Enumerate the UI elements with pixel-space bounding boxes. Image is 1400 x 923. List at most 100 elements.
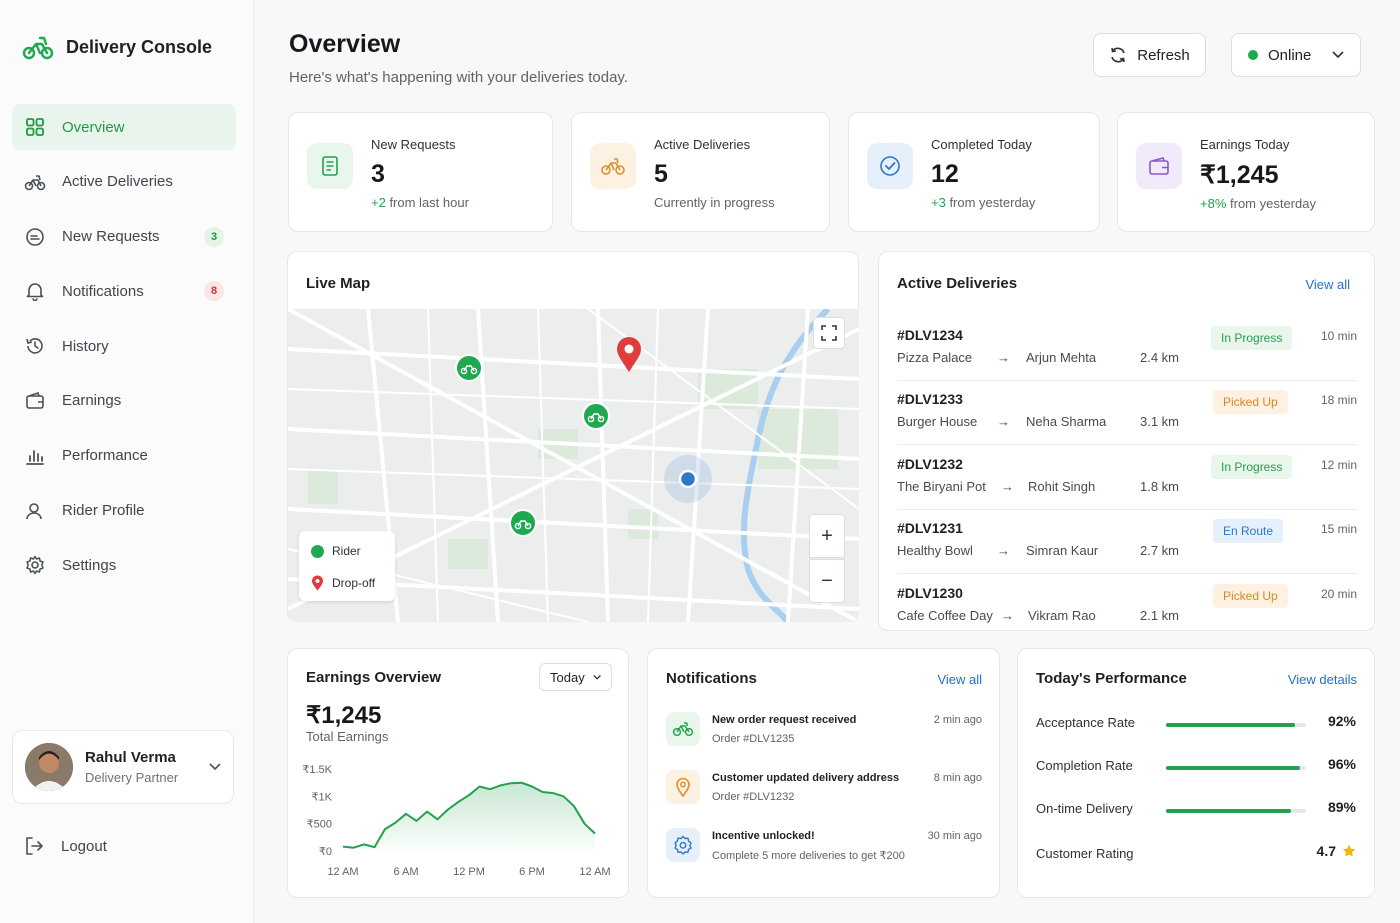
grid-icon	[24, 116, 46, 138]
delivery-id: #DLV1234	[897, 327, 963, 343]
notification-item[interactable]: New order request received Order #DLV123…	[666, 712, 982, 762]
stat-label: Earnings Today	[1200, 137, 1290, 152]
x-tick-label: 12 AM	[327, 866, 358, 878]
range-label: Today	[550, 669, 585, 685]
delivery-distance: 2.1 km	[1140, 607, 1180, 623]
sidebar-item-label: Earnings	[62, 392, 122, 410]
status-badge: En Route	[1213, 519, 1284, 544]
stat-label: New Requests	[371, 137, 456, 152]
restaurant-name: The Biryani Pot	[897, 478, 986, 494]
delivery-row[interactable]: #DLV1233 Burger House → Neha Sharma 3.1 km Pi…	[897, 381, 1357, 446]
status-badge: In Progress	[1211, 454, 1293, 479]
stat-note: Currently in progress	[654, 195, 775, 210]
new-requests-badge: 3	[204, 226, 224, 247]
delivery-eta: 10 min	[1320, 329, 1357, 343]
view-details-link[interactable]: View details	[1288, 672, 1357, 687]
metric-value: 92%	[1327, 713, 1356, 729]
earnings-total-label: Total Earnings	[306, 729, 389, 744]
legend-rider: Rider	[311, 544, 361, 558]
delivery-id: #DLV1230	[897, 584, 963, 601]
stat-value: 3	[371, 160, 385, 188]
refresh-button[interactable]: Refresh	[1093, 33, 1206, 77]
restaurant-name: Cafe Coffee Day	[897, 607, 993, 623]
delivery-row[interactable]: #DLV1234 Pizza Palace → Arjun Mehta 2.4 km In…	[897, 317, 1357, 381]
stat-note: +3 from yesterday	[931, 195, 1035, 210]
delivery-eta: 15 min	[1320, 522, 1357, 537]
notification-subtitle: Order #DLV1235	[712, 733, 795, 745]
notification-item[interactable]: Customer updated delivery address Order …	[666, 770, 982, 820]
delivery-row[interactable]: #DLV1230 Cafe Coffee Day → Vikram Rao 2.1 km…	[897, 575, 1357, 639]
delivery-eta: 18 min	[1320, 393, 1357, 408]
chevron-down-icon[interactable]	[209, 763, 221, 771]
bar-chart-icon	[24, 445, 46, 467]
rider-marker[interactable]	[508, 508, 538, 538]
sidebar-item-active-deliveries[interactable]: Active Deliveries	[12, 159, 236, 205]
dropoff-pin-icon[interactable]	[614, 335, 644, 373]
logout-button[interactable]: Logout	[24, 836, 107, 856]
stat-card-active-deliveries[interactable]: Active Deliveries 5 Currently in progres…	[571, 112, 830, 232]
earnings-overview-card: Earnings Overview Today ₹1,245 Total Ear…	[287, 648, 629, 898]
zoom-out-button[interactable]: −	[809, 559, 845, 603]
location-icon	[666, 770, 700, 804]
performance-row: Completion Rate 96%	[1036, 754, 1356, 778]
active-deliveries-card: Active Deliveries View all #DLV1234 Pizza…	[878, 251, 1375, 631]
view-all-notifications-link[interactable]: View all	[937, 672, 982, 687]
chevron-down-icon	[1332, 51, 1344, 59]
status-dropdown[interactable]: Online	[1231, 33, 1361, 77]
scooter-logo-icon	[22, 36, 54, 60]
notification-item[interactable]: Incentive unlocked! Complete 5 more deli…	[666, 828, 982, 878]
status-badge: Picked Up	[1213, 583, 1288, 608]
earnings-chart: ₹0 ₹500 ₹1K ₹1.5K 12 AM 6 AM 12 PM 6 PM 12 AM	[302, 764, 610, 878]
notifications-title: Notifications	[666, 670, 757, 687]
rider-marker[interactable]	[581, 401, 611, 431]
notification-time: 2 min ago	[933, 714, 982, 726]
sidebar-item-label: New Requests	[62, 228, 160, 246]
restaurant-name: Healthy Bowl	[897, 543, 973, 559]
sidebar-item-label: Settings	[62, 556, 117, 574]
x-tick-label: 6 PM	[519, 866, 545, 878]
sidebar-item-performance[interactable]: Performance	[12, 433, 236, 479]
logout-icon	[26, 837, 43, 855]
profile-card[interactable]: Rahul Verma Delivery Partner	[12, 730, 234, 804]
y-tick-label: ₹1K	[312, 791, 333, 803]
history-icon	[24, 335, 46, 357]
sidebar-nav: Overview Active Deliveries New Requests …	[12, 104, 236, 597]
sidebar-item-settings[interactable]: Settings	[12, 542, 236, 588]
customer-name: Vikram Rao	[1028, 607, 1096, 623]
x-tick-label: 12 AM	[579, 866, 610, 878]
sidebar-item-notifications[interactable]: Notifications 8	[12, 268, 236, 314]
sidebar-item-history[interactable]: History	[12, 323, 236, 369]
stat-card-new-requests[interactable]: New Requests 3 +2 from last hour	[288, 112, 553, 232]
sidebar-item-earnings[interactable]: Earnings	[12, 378, 236, 424]
stat-card-completed-today[interactable]: Completed Today 12 +3 from yesterday	[848, 112, 1100, 232]
performance-row: On-time Delivery 89%	[1036, 797, 1356, 821]
sidebar-item-overview[interactable]: Overview	[12, 104, 236, 150]
sidebar-item-rider-profile[interactable]: Rider Profile	[12, 488, 236, 534]
delivery-id: #DLV1233	[897, 391, 963, 408]
sidebar-item-new-requests[interactable]: New Requests 3	[12, 214, 236, 260]
check-circle-icon	[867, 143, 913, 189]
delivery-row[interactable]: #DLV1232 The Biryani Pot → Rohit Singh 1.8 k…	[897, 446, 1357, 510]
metric-progress-fill	[1166, 809, 1291, 813]
restaurant-name: Pizza Palace	[897, 350, 973, 365]
zoom-in-button[interactable]: +	[809, 514, 845, 558]
metric-value: 96%	[1327, 756, 1356, 772]
notification-time: 30 min ago	[927, 830, 982, 842]
customer-name: Neha Sharma	[1026, 414, 1107, 430]
fullscreen-button[interactable]	[813, 317, 845, 349]
badge-icon	[666, 828, 700, 862]
range-select[interactable]: Today	[539, 663, 612, 691]
rider-marker[interactable]	[454, 353, 484, 383]
bike-icon	[666, 712, 700, 746]
rating-value: 4.7	[1316, 843, 1336, 859]
delivery-distance: 2.4 km	[1140, 350, 1180, 365]
bike-icon	[24, 171, 46, 193]
status-label: Online	[1268, 46, 1312, 64]
rating-label: Customer Rating	[1036, 846, 1134, 861]
fullscreen-icon	[821, 325, 837, 341]
stat-card-earnings-today[interactable]: Earnings Today ₹1,245 +8% from yesterday	[1117, 112, 1375, 232]
y-tick-label: ₹0	[319, 846, 332, 858]
map-canvas[interactable]: + − Rider Drop-off	[288, 309, 859, 622]
view-all-deliveries-link[interactable]: View all	[1305, 277, 1350, 292]
delivery-row[interactable]: #DLV1231 Healthy Bowl → Simran Kaur 2.7 km En…	[897, 510, 1357, 575]
